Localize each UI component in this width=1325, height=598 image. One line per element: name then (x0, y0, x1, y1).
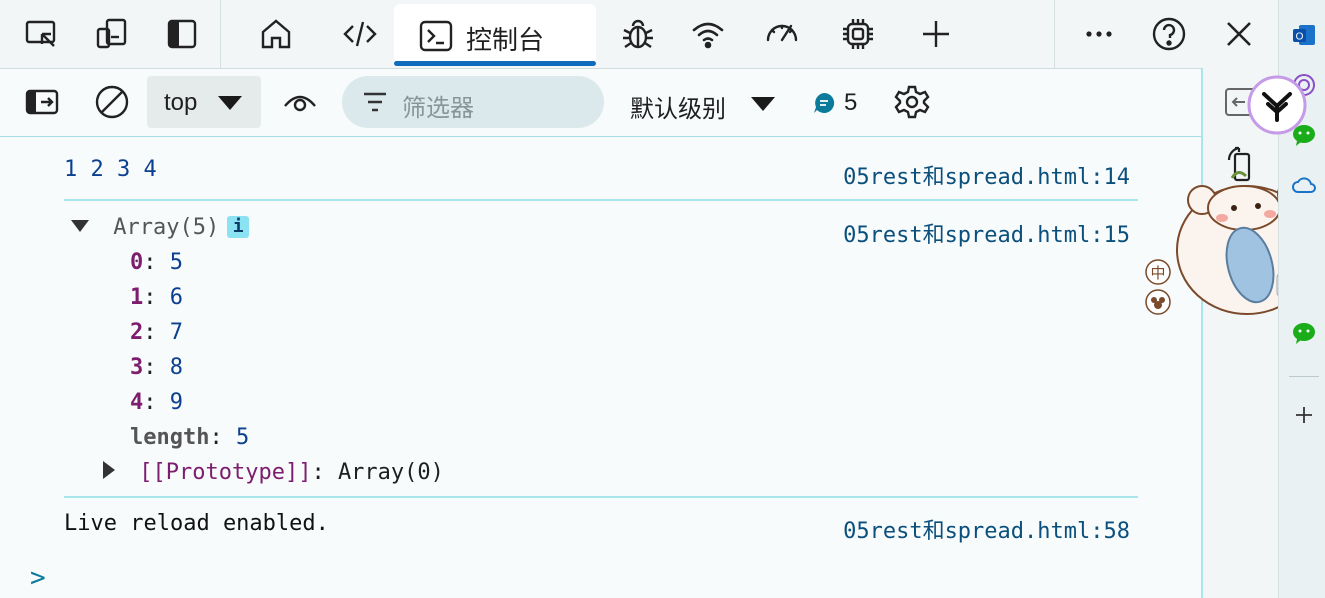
source-link[interactable]: 05rest和spread.html:15 (843, 217, 1130, 249)
close-devtools-icon[interactable] (1219, 14, 1259, 54)
outlook-icon[interactable]: O (1291, 22, 1317, 48)
array-log-header[interactable]: Array(5) i (70, 215, 250, 240)
svg-text:O: O (1296, 32, 1304, 43)
docked-panel (1203, 68, 1278, 598)
active-tab-indicator (394, 61, 596, 66)
source-link[interactable]: 05rest和spread.html:58 (843, 513, 1130, 545)
console-icon (419, 20, 453, 52)
array-length: length: 5 (130, 425, 250, 450)
log-levels-dropdown[interactable]: 默认级别 (630, 89, 726, 124)
toggle-panel-icon[interactable] (162, 14, 202, 54)
console-prompt[interactable]: > (30, 563, 46, 593)
collapsed-triangle-icon[interactable] (102, 460, 116, 480)
prototype-entry[interactable]: [[Prototype]]: Array(0) (102, 460, 444, 485)
log-message: Live reload enabled. (64, 511, 329, 536)
console-output: 1 2 3 4 05rest和spread.html:14 Array(5) i … (0, 137, 1202, 598)
performance-gauge-icon[interactable] (762, 14, 802, 54)
message-bubble-icon (814, 92, 835, 113)
source-link[interactable]: 05rest和spread.html:14 (843, 159, 1130, 191)
console-toolbar: top 筛选器 默认级别 5 (0, 69, 1202, 137)
inspect-element-icon[interactable] (22, 14, 62, 54)
array-entry: 2: 7 (130, 320, 183, 345)
row-separator (64, 199, 1138, 201)
array-summary: Array(5) (113, 215, 220, 240)
cloud-drive-icon[interactable] (1291, 172, 1317, 198)
array-entry: 0: 5 (130, 250, 183, 275)
memory-chip-icon[interactable] (838, 14, 878, 54)
elements-code-icon[interactable] (340, 14, 380, 54)
welcome-home-icon[interactable] (256, 14, 296, 54)
sidebar-divider (1289, 376, 1319, 377)
more-tools-plus-icon[interactable] (916, 14, 956, 54)
array-entry: 4: 9 (130, 390, 183, 415)
filter-icon (364, 92, 386, 112)
message-count-badge[interactable]: 5 (812, 89, 857, 117)
live-expression-eye-icon[interactable] (280, 82, 320, 122)
help-icon[interactable] (1149, 14, 1189, 54)
message-count: 5 (844, 89, 858, 116)
sources-bug-icon[interactable] (618, 14, 658, 54)
network-wifi-icon[interactable] (688, 14, 728, 54)
filter-placeholder: 筛选器 (402, 95, 474, 122)
assistant-floating-icon[interactable] (1246, 74, 1308, 136)
log-message: 1 2 3 4 (64, 157, 157, 182)
wechat-icon[interactable] (1291, 320, 1317, 346)
clear-console-icon[interactable] (92, 82, 132, 122)
array-entry: 1: 6 (130, 285, 183, 310)
caret-down-icon[interactable] (750, 95, 776, 113)
tab-divider (1054, 0, 1055, 68)
tab-console[interactable]: 控制台 (394, 4, 596, 66)
array-entry: 3: 8 (130, 355, 183, 380)
tab-divider (220, 0, 221, 68)
filter-input[interactable]: 筛选器 (342, 76, 604, 128)
caret-down-icon (218, 96, 242, 110)
info-badge[interactable]: i (227, 216, 250, 238)
show-sidebar-icon[interactable] (22, 82, 62, 122)
add-sidebar-app-icon[interactable] (1291, 402, 1317, 428)
javascript-context-select[interactable]: top (147, 76, 261, 128)
console-settings-gear-icon[interactable] (892, 82, 932, 122)
more-options-icon[interactable] (1079, 14, 1119, 54)
devtools-tab-bar: 控制台 (0, 0, 1278, 69)
ime-indicator: 中 (1150, 264, 1165, 282)
device-emulation-icon[interactable] (92, 14, 132, 54)
tab-console-label: 控制台 (466, 25, 545, 55)
row-separator (64, 496, 1138, 498)
expand-triangle-icon[interactable] (70, 219, 90, 233)
context-value: top (164, 89, 198, 116)
